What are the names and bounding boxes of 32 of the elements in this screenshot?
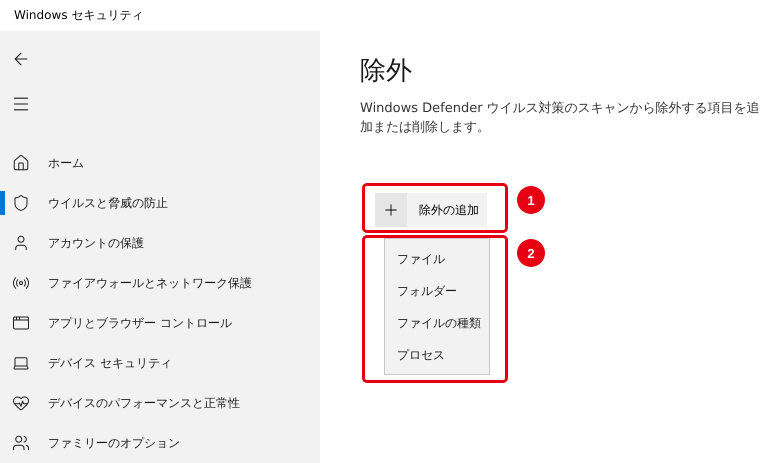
- nav-item[interactable]: アカウントの保護: [0, 223, 320, 263]
- nav-label: ファイアウォールとネットワーク保護: [48, 274, 252, 292]
- nav-item[interactable]: ファイアウォールとネットワーク保護: [0, 263, 320, 303]
- nav-item[interactable]: デバイス セキュリティ: [0, 343, 320, 383]
- people-icon: [12, 434, 30, 452]
- menu-item[interactable]: フォルダー: [385, 275, 489, 307]
- nav-item[interactable]: ウイルスと脅威の防止: [0, 183, 320, 223]
- page-title: 除外: [360, 55, 413, 88]
- number-badge: 2: [517, 239, 545, 267]
- window-icon: [12, 314, 30, 332]
- nav-label: デバイスのパフォーマンスと正常性: [48, 394, 240, 412]
- menu-item[interactable]: プロセス: [385, 339, 489, 371]
- nav-label: アカウントの保護: [48, 234, 144, 252]
- add-exclusion-button[interactable]: 除外の追加: [375, 193, 487, 227]
- heart-pulse-icon: [12, 394, 30, 412]
- nav-item[interactable]: ファミリーのオプション: [0, 423, 320, 463]
- nav-label: ウイルスと脅威の防止: [48, 194, 168, 212]
- menu-item[interactable]: ファイル: [385, 243, 489, 275]
- nav-item[interactable]: ホーム: [0, 143, 320, 183]
- antenna-icon: [12, 274, 30, 292]
- nav-item[interactable]: デバイスのパフォーマンスと正常性: [0, 383, 320, 423]
- shield-icon: [12, 194, 30, 212]
- nav-label: デバイス セキュリティ: [48, 354, 172, 372]
- menu-item[interactable]: ファイルの種類: [385, 307, 489, 339]
- home-icon: [12, 154, 30, 172]
- window-title: Windows セキュリティ: [14, 7, 144, 24]
- number-badge: 1: [517, 186, 545, 214]
- page-description: Windows Defender ウイルス対策のスキャンから除外する項目を追加または削除します。: [360, 100, 760, 137]
- nav-label: アプリとブラウザー コントロール: [48, 314, 232, 332]
- nav-item[interactable]: アプリとブラウザー コントロール: [0, 303, 320, 343]
- nav-label: ファミリーのオプション: [48, 434, 180, 452]
- nav-label: ホーム: [48, 154, 84, 172]
